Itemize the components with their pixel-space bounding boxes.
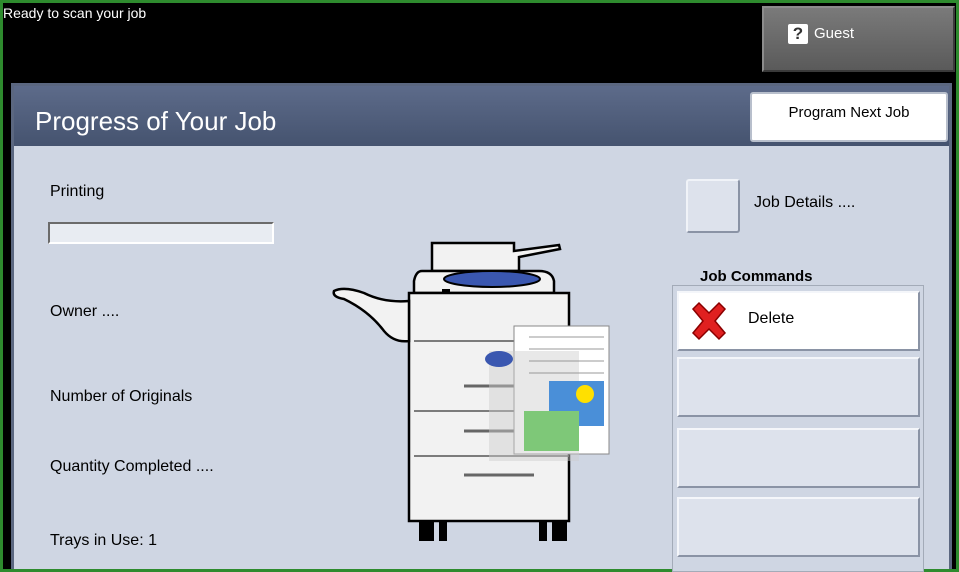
progress-bar — [48, 222, 274, 244]
trays-in-use-label: Trays in Use: 1 — [50, 532, 157, 549]
panel-header: Progress of Your Job Program Next Job — [14, 86, 949, 146]
job-commands-title: Job Commands — [700, 268, 813, 285]
job-command-button-empty-3[interactable] — [677, 497, 920, 557]
job-progress-panel: Progress of Your Job Program Next Job Pr… — [11, 83, 952, 572]
printer-illustration-icon — [332, 241, 610, 541]
job-details-button[interactable] — [686, 179, 740, 233]
delete-x-icon — [691, 301, 727, 341]
status-message: Ready to scan your job — [3, 5, 147, 21]
originals-label: Number of Originals — [50, 388, 193, 405]
guest-button[interactable]: ? Guest — [762, 6, 955, 72]
delete-label: Delete — [748, 310, 795, 327]
guest-label: Guest — [814, 25, 855, 42]
screen-frame: Ready to scan your job ? Guest Progress … — [3, 3, 956, 572]
delete-button[interactable]: Delete — [677, 291, 920, 351]
job-command-button-empty-1[interactable] — [677, 357, 920, 417]
owner-label: Owner .... — [50, 303, 120, 320]
program-next-job-button[interactable]: Program Next Job — [750, 92, 948, 142]
printing-label: Printing — [50, 183, 105, 200]
page-title: Progress of Your Job — [35, 106, 277, 136]
status-bar: Ready to scan your job ? Guest — [3, 3, 956, 79]
job-command-button-empty-2[interactable] — [677, 428, 920, 488]
help-icon: ? — [788, 24, 808, 44]
quantity-completed-label: Quantity Completed .... — [50, 458, 214, 475]
job-details-label: Job Details .... — [754, 194, 856, 211]
